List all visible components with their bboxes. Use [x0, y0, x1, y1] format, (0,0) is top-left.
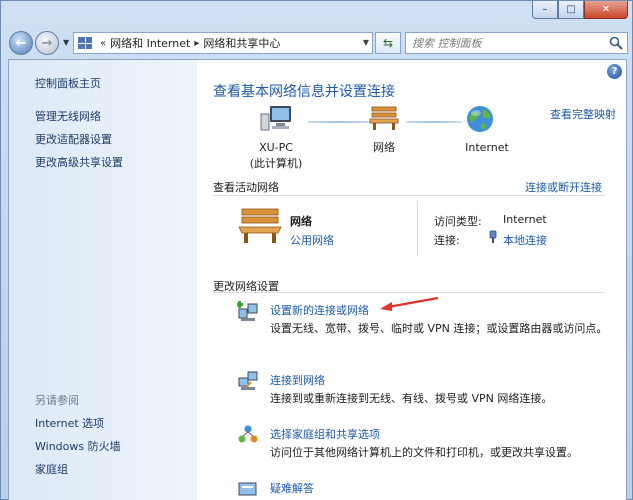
connect-disconnect-link[interactable]: 连接或断开连接: [525, 179, 602, 195]
breadcrumb-network-internet[interactable]: 网络和 Internet: [110, 35, 190, 51]
computer-name: XU-PC: [259, 141, 293, 154]
connect-to-network-icon: [238, 371, 258, 390]
search-box[interactable]: [405, 32, 628, 54]
homegroup-sharing-icon: [238, 425, 258, 443]
computer-sublabel: (此计算机): [249, 157, 303, 170]
active-networks-header: 查看活动网络: [213, 181, 279, 194]
refresh-button[interactable]: ⇆: [375, 32, 401, 54]
breadcrumb-chevron-icon[interactable]: ▸: [194, 38, 199, 49]
sidebar-item-adapter-settings[interactable]: 更改适配器设置: [35, 131, 112, 147]
help-icon[interactable]: ?: [607, 64, 622, 79]
access-type-label: 访问类型:: [434, 215, 482, 228]
connections-label: 连接:: [434, 234, 460, 247]
maximize-button[interactable]: □: [558, 1, 584, 19]
main-panel: ? 查看基本网络信息并设置连接 查看完整映射 XU-PC (此计算机) 网络 I…: [197, 60, 628, 500]
recent-pages-dropdown[interactable]: ▼: [63, 38, 69, 47]
address-bar[interactable]: « 网络和 Internet ▸ 网络和共享中心 ▼: [73, 32, 373, 54]
see-full-map-link[interactable]: 查看完整映射: [550, 106, 616, 122]
setup-new-connection-link[interactable]: 设置新的连接或网络: [270, 302, 369, 318]
navigation-bar: ← → ▼ « 网络和 Internet ▸ 网络和共享中心 ▼ ⇆: [7, 29, 628, 57]
connect-to-network-desc: 连接到或重新连接到无线、有线、拨号或 VPN 网络连接。: [270, 392, 553, 405]
window-frame: – □ ✕ ← → ▼ « 网络和 Internet ▸ 网络和共享中心 ▼ ⇆: [0, 0, 633, 500]
minimize-button[interactable]: –: [532, 1, 558, 19]
sidebar-item-advanced-sharing[interactable]: 更改高级共享设置: [35, 154, 123, 170]
homegroup-sharing-link[interactable]: 选择家庭组和共享选项: [270, 426, 380, 442]
network-label: 网络: [373, 141, 395, 154]
see-also-header: 另请参阅: [35, 394, 79, 407]
title-bar: – □ ✕: [1, 1, 632, 27]
change-settings-divider: [213, 292, 605, 293]
page-title: 查看基本网络信息并设置连接: [213, 84, 395, 100]
see-also-windows-firewall[interactable]: Windows 防火墙: [35, 438, 121, 454]
troubleshoot-icon: [238, 482, 257, 496]
sidebar-item-manage-wireless[interactable]: 管理无线网络: [35, 108, 101, 124]
network-bench-icon: [238, 208, 282, 243]
homegroup-sharing-desc: 访问位于其他网络计算机上的文件和打印机，或更改共享设置。: [270, 446, 578, 459]
active-network-name: 网络: [290, 215, 312, 228]
active-networks-divider: [213, 195, 605, 196]
connection-line-right: [406, 121, 462, 123]
computer-icon[interactable]: [259, 104, 293, 134]
content-area: 控制面板主页 管理无线网络 更改适配器设置 更改高级共享设置 另请参阅 Inte…: [8, 59, 627, 500]
bench-network-icon[interactable]: [369, 104, 399, 130]
ethernet-icon: [489, 230, 497, 243]
breadcrumb-network-sharing-center[interactable]: 网络和共享中心: [203, 35, 280, 51]
local-connection-link[interactable]: 本地连接: [503, 232, 547, 248]
back-button[interactable]: ←: [9, 31, 33, 55]
sidebar-item-control-panel-home[interactable]: 控制面板主页: [35, 75, 101, 91]
new-connection-icon: [237, 301, 258, 321]
access-type-value: Internet: [503, 213, 547, 226]
setup-new-connection-desc: 设置无线、宽带、拨号、临时或 VPN 连接；或设置路由器或访问点。: [270, 322, 608, 335]
connection-line-left: [308, 121, 370, 123]
address-dropdown-icon[interactable]: ▼: [363, 38, 369, 47]
internet-globe-icon[interactable]: [465, 104, 495, 134]
active-network-separator: [417, 201, 418, 256]
see-also-homegroup[interactable]: 家庭组: [35, 461, 68, 477]
close-button[interactable]: ✕: [584, 1, 628, 19]
window-controls: – □ ✕: [532, 1, 628, 19]
forward-button[interactable]: →: [35, 31, 59, 55]
see-also-internet-options[interactable]: Internet 选项: [35, 415, 104, 431]
sidebar: 控制面板主页 管理无线网络 更改适配器设置 更改高级共享设置 另请参阅 Inte…: [9, 60, 197, 500]
breadcrumb-overflow[interactable]: «: [100, 38, 106, 49]
troubleshoot-link[interactable]: 疑难解答: [270, 480, 314, 496]
search-icon[interactable]: [609, 36, 623, 50]
annotation-arrow-icon: [380, 296, 439, 311]
connect-to-network-link[interactable]: 连接到网络: [270, 372, 325, 388]
control-panel-icon: [78, 37, 92, 49]
search-input[interactable]: [412, 36, 602, 50]
network-type-link[interactable]: 公用网络: [290, 232, 334, 248]
internet-label: Internet: [465, 141, 509, 154]
